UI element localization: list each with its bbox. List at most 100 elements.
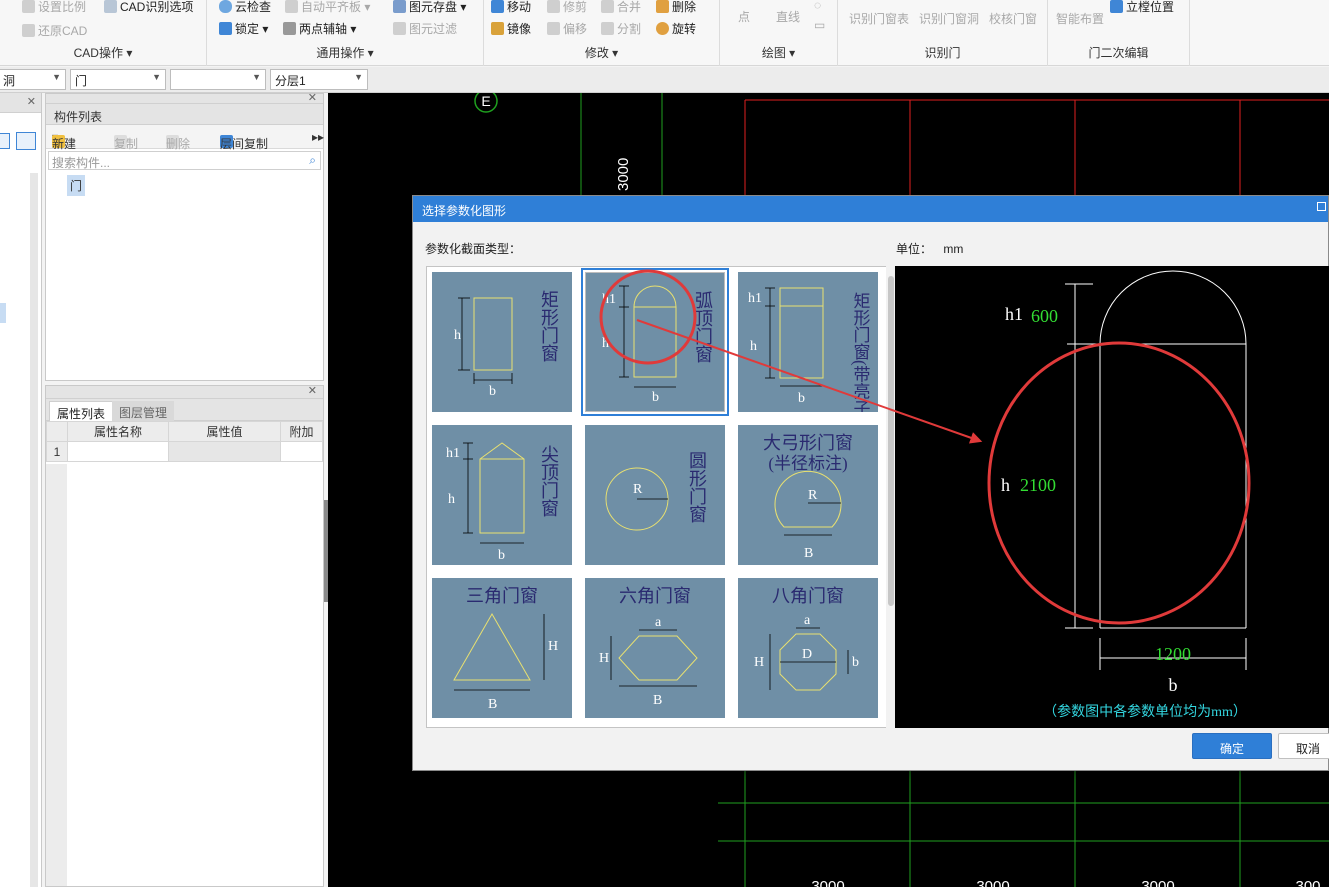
row-property-name[interactable] xyxy=(67,441,169,462)
modify-title[interactable]: 修改 ▾ xyxy=(484,44,719,61)
draw-title[interactable]: 绘图 ▾ xyxy=(720,44,837,61)
restore-icon xyxy=(22,24,35,37)
close-icon[interactable]: ✕ xyxy=(308,384,317,397)
shape-name-text: 大弓形门窗 xyxy=(763,433,853,453)
recognize-door-table-button[interactable]: 识别门窗表 xyxy=(849,10,909,27)
mirror-button[interactable]: 镜像 xyxy=(491,20,531,37)
general-operations-title[interactable]: 通用操作 ▾ xyxy=(207,44,483,61)
line-button[interactable]: 直线 xyxy=(776,8,800,25)
bottom-dimension-1: 3000 xyxy=(811,878,844,887)
component-type-select[interactable]: 门 ▼ xyxy=(70,69,166,90)
move-button[interactable]: 移动 xyxy=(491,0,531,15)
smart-layout-button[interactable]: 智能布置 xyxy=(1056,10,1104,27)
shape-octagon-window[interactable]: 八角门窗 a D H b xyxy=(738,578,878,718)
auto-align-slab-button[interactable]: 自动平齐板 ▾ xyxy=(285,0,370,15)
param-label: b xyxy=(498,548,505,563)
shape-rect-door-transom[interactable]: h1 h b 矩形门窗(带亮子) xyxy=(738,272,878,412)
axis-bubble-e[interactable]: E xyxy=(474,93,498,113)
nav-scrollbar[interactable] xyxy=(30,173,38,887)
close-icon[interactable]: ✕ xyxy=(308,91,317,104)
point-button[interactable]: 点 xyxy=(738,8,750,25)
extra-column-header: 附加 xyxy=(280,421,323,442)
red-wall-lines xyxy=(744,99,1329,203)
ok-button[interactable]: 确定 xyxy=(1192,733,1272,759)
h1-value[interactable]: 600 xyxy=(1031,306,1058,326)
component-search-input[interactable]: 搜索构件... ⌕ xyxy=(48,151,321,170)
list-view-icon[interactable] xyxy=(0,133,10,149)
shape-large-arch-window[interactable]: 大弓形门窗 (半径标注) R B xyxy=(738,425,878,565)
property-name-header: 属性名称 xyxy=(67,421,169,442)
param-label: h xyxy=(448,492,455,507)
octagon-window-diagram: 八角门窗 a D H b xyxy=(754,586,859,691)
shape-triangle-window[interactable]: 三角门窗 H B xyxy=(432,578,572,718)
component-select[interactable]: ▼ xyxy=(170,69,266,90)
rotate-button[interactable]: 旋转 xyxy=(656,20,696,37)
index-column-header xyxy=(46,421,68,442)
recognize-door-opening-button[interactable]: 识别门窗洞 xyxy=(919,10,979,27)
component-tree: 门 xyxy=(46,172,323,372)
floor-type-select[interactable]: 洞 ▼ xyxy=(0,69,66,90)
offset-button[interactable]: 偏移 xyxy=(547,20,587,37)
param-label: a xyxy=(804,613,811,628)
panel-close-icon[interactable]: ✕ xyxy=(27,95,36,108)
shape-hexagon-window[interactable]: 六角门窗 a H B xyxy=(585,578,725,718)
filter-icon xyxy=(393,22,406,35)
tree-item-door[interactable]: 门 xyxy=(67,175,86,196)
param-label: h xyxy=(750,339,757,354)
cad-operations-title[interactable]: CAD操作 ▾ xyxy=(0,44,206,61)
row-extra[interactable] xyxy=(280,441,323,462)
row-property-value[interactable] xyxy=(168,441,281,462)
table-row[interactable]: 1 xyxy=(46,441,323,462)
b-value[interactable]: 1200 xyxy=(1155,644,1191,664)
lock-button[interactable]: 锁定 ▾ xyxy=(219,20,268,37)
set-scale-button[interactable]: 设置比例 xyxy=(22,0,86,15)
shape-arch-door[interactable]: h1 h b 弧顶门窗 xyxy=(581,268,729,416)
cad-recognize-options-button[interactable]: CAD识别选项 xyxy=(104,0,193,15)
save-element-button[interactable]: 图元存盘 ▾ xyxy=(393,0,466,15)
split-button[interactable]: 分割 xyxy=(601,20,641,37)
scrollbar-thumb[interactable] xyxy=(888,276,894,606)
new-component-button[interactable]: 新建 ▾ xyxy=(52,130,76,151)
shape-round-window[interactable]: R 圆形门窗 xyxy=(585,425,725,565)
more-tools-icon[interactable]: ▸▸ xyxy=(312,130,324,144)
h-value[interactable]: 2100 xyxy=(1020,475,1056,495)
param-label: R xyxy=(633,482,643,497)
arch-door-diagram: h1 h b 弧顶门窗 xyxy=(602,285,713,405)
trim-button[interactable]: 修剪 xyxy=(547,0,587,15)
h1-label: h1 xyxy=(1005,304,1023,324)
property-value-header: 属性值 xyxy=(168,421,281,442)
delete-button[interactable]: 删除 xyxy=(656,0,696,15)
shape-rect-door[interactable]: h b 矩形门窗 xyxy=(432,272,572,412)
tab-layer-management[interactable]: 图层管理 xyxy=(112,401,175,421)
shape-name-text: 六角门窗 xyxy=(619,586,691,606)
shape-name-text: 圆形门窗 xyxy=(687,451,707,523)
cloud-check-button[interactable]: 云检查 xyxy=(219,0,271,15)
cad-operations-group: 设置比例 CAD识别选项 还原CAD CAD操作 ▾ xyxy=(0,0,207,66)
cancel-button[interactable]: 取消 xyxy=(1278,733,1329,759)
check-door-button[interactable]: 校核门窗 xyxy=(989,10,1037,27)
tab-property-list[interactable]: 属性列表 xyxy=(49,401,114,421)
cad-options-icon xyxy=(104,0,117,13)
component-list-panel: ✕ 构件列表 新建 ▾ 复制 删除 层间复制 ▸▸ 搜索构件...⌕ 门 xyxy=(45,91,324,381)
restore-cad-button[interactable]: 还原CAD xyxy=(22,22,87,39)
shape-pointed-door[interactable]: h1 h b 尖顶门窗 xyxy=(432,425,572,565)
axis-icon xyxy=(283,22,296,35)
element-filter-button[interactable]: 图元过滤 xyxy=(393,20,457,37)
chevron-down-icon: ▼ xyxy=(252,72,261,82)
layer-select[interactable]: 分层1 ▼ xyxy=(270,69,368,90)
maximize-icon[interactable] xyxy=(1317,202,1326,211)
rect-icon[interactable]: ▭ xyxy=(814,18,825,32)
dialog-title-bar[interactable]: 选择参数化图形 xyxy=(413,196,1328,222)
offset-icon xyxy=(547,22,560,35)
frame-position-button[interactable]: 立樘位置 xyxy=(1110,0,1174,15)
two-point-axis-button[interactable]: 两点辅轴 ▾ xyxy=(283,20,356,37)
merge-button[interactable]: 合并 xyxy=(601,0,641,15)
detail-view-icon[interactable] xyxy=(16,132,36,150)
param-label: H xyxy=(548,639,558,654)
bottom-dimension-2: 3000 xyxy=(976,878,1009,887)
delete-icon xyxy=(656,0,669,13)
shape-grid: h b 矩形门窗 h1 h b 弧顶门窗 h1 h b 矩形门窗(带亮子) h1… xyxy=(426,266,898,728)
search-icon[interactable]: ⌕ xyxy=(309,153,316,168)
arc-icon[interactable]: ◌ xyxy=(814,0,821,12)
param-label: b xyxy=(652,390,659,405)
